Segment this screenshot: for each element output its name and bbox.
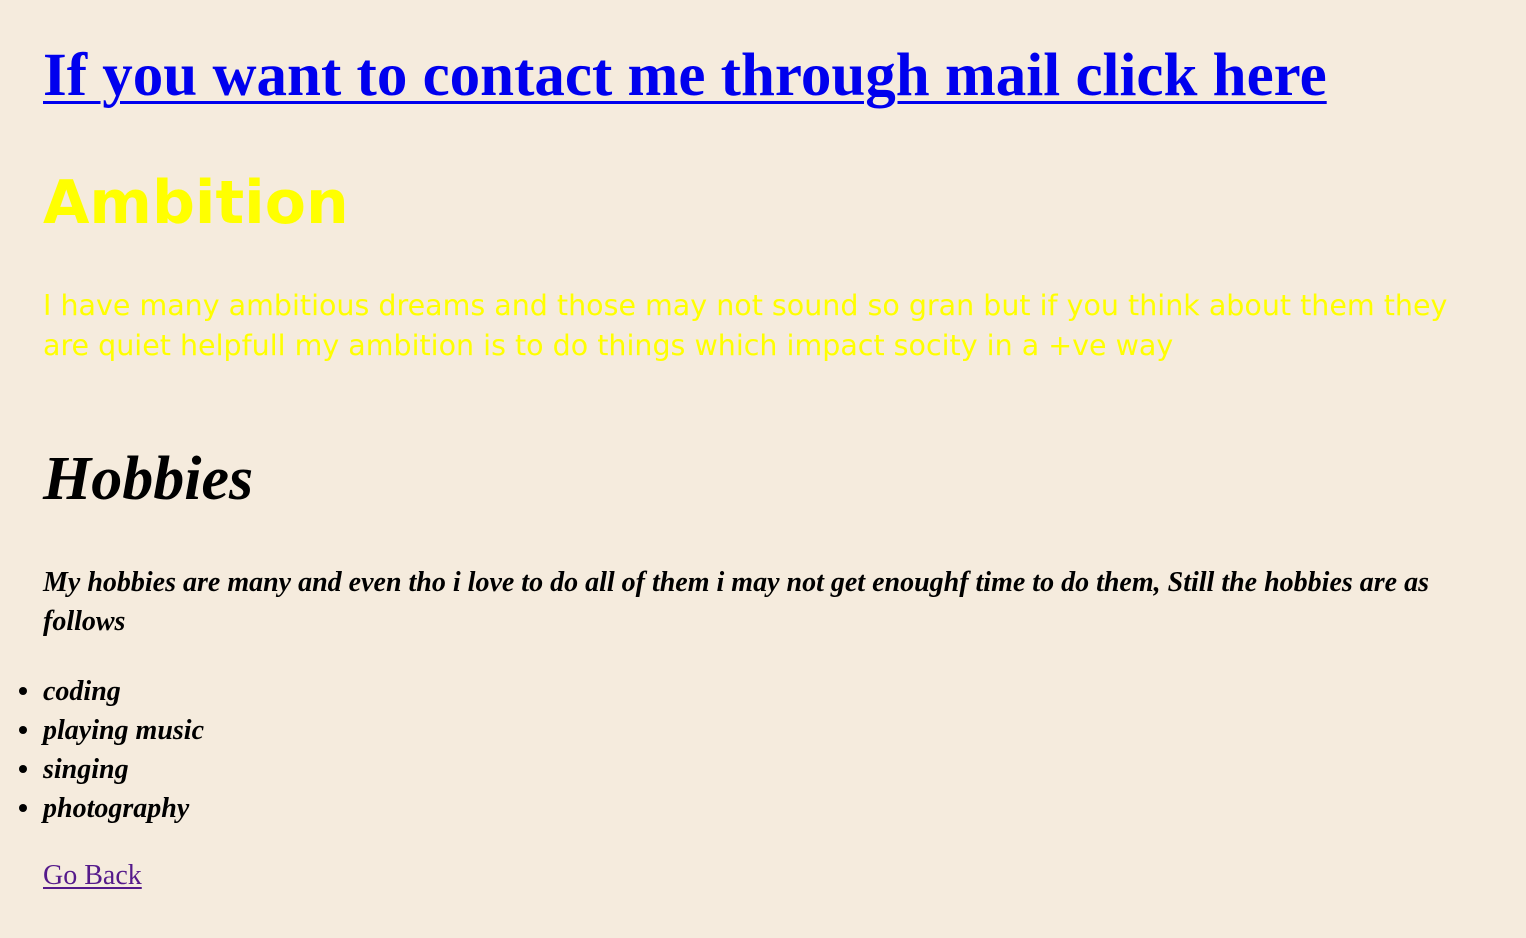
list-item: playing music [19, 711, 205, 750]
hobby-label: coding [43, 676, 121, 707]
go-back-link[interactable]: Go Back [43, 857, 142, 895]
ambition-paragraph: I have many ambitious dreams and those m… [43, 289, 1448, 362]
list-item: coding [19, 672, 204, 711]
hobbies-intro-paragraph: My hobbies are many and even tho i love … [43, 567, 1429, 637]
hobbies-list: coding playing music singing photography [19, 672, 205, 828]
bullet-icon [19, 804, 27, 812]
contact-mail-link[interactable]: If you want to contact me through mail c… [43, 40, 1327, 112]
bullet-icon [19, 687, 27, 695]
list-item: singing [19, 750, 204, 789]
hobby-label: singing [43, 754, 129, 785]
bullet-icon [19, 765, 27, 773]
ambition-heading: Ambition [43, 168, 349, 238]
hobbies-heading: Hobbies [43, 445, 254, 513]
page: If you want to contact me through mail c… [0, 0, 1526, 938]
list-item: photography [19, 789, 204, 828]
hobby-label: playing music [43, 715, 205, 746]
hobby-label: photography [43, 793, 190, 824]
bullet-icon [19, 726, 27, 734]
